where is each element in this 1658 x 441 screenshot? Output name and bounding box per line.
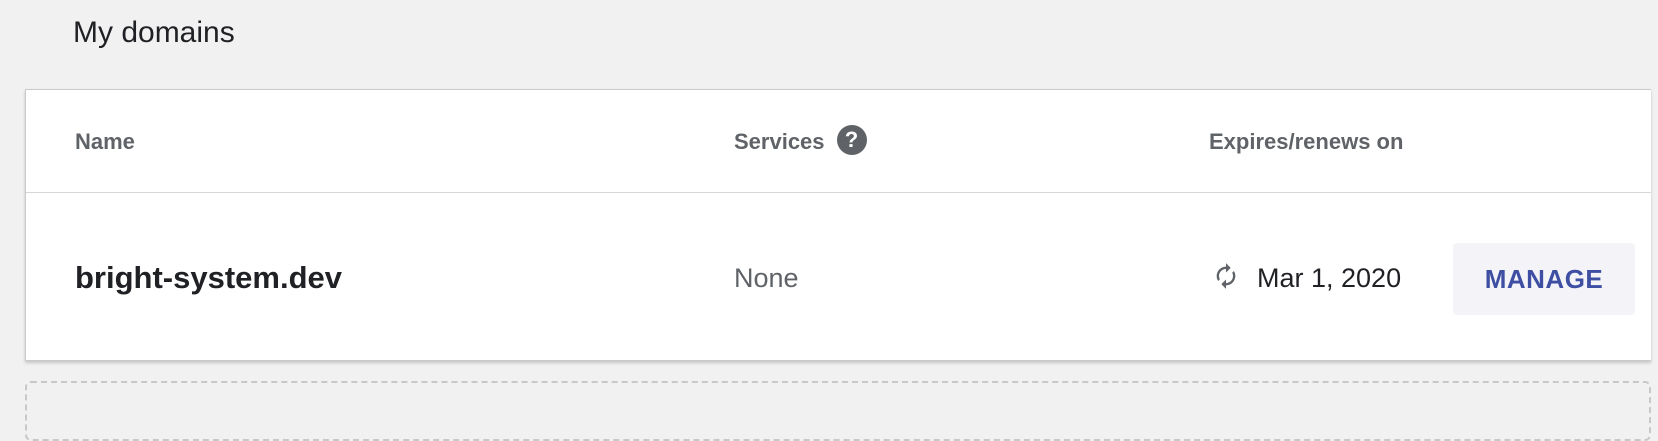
column-header-services: Services ? (734, 124, 867, 156)
expires-date: Mar 1, 2020 (1257, 263, 1402, 293)
column-header-services-label: Services (734, 129, 825, 154)
column-header-name: Name (75, 129, 135, 154)
help-icon[interactable]: ? (836, 125, 867, 155)
manage-button[interactable]: MANAGE (1453, 243, 1635, 315)
add-domain-placeholder[interactable] (25, 381, 1651, 441)
domain-name: bright-system.dev (75, 260, 343, 295)
autorenew-icon-svg (1216, 263, 1236, 289)
table-row: bright-system.dev None Mar 1, 2020 MANAG… (26, 193, 1651, 361)
page-title: My domains (73, 16, 235, 49)
autorenew-icon (1211, 259, 1241, 293)
domains-table: Name Services ? Expires/renews on bright… (25, 89, 1651, 361)
services-value: None (734, 263, 799, 293)
column-header-expires: Expires/renews on (1209, 129, 1404, 154)
table-header-row: Name Services ? Expires/renews on (26, 90, 1651, 193)
